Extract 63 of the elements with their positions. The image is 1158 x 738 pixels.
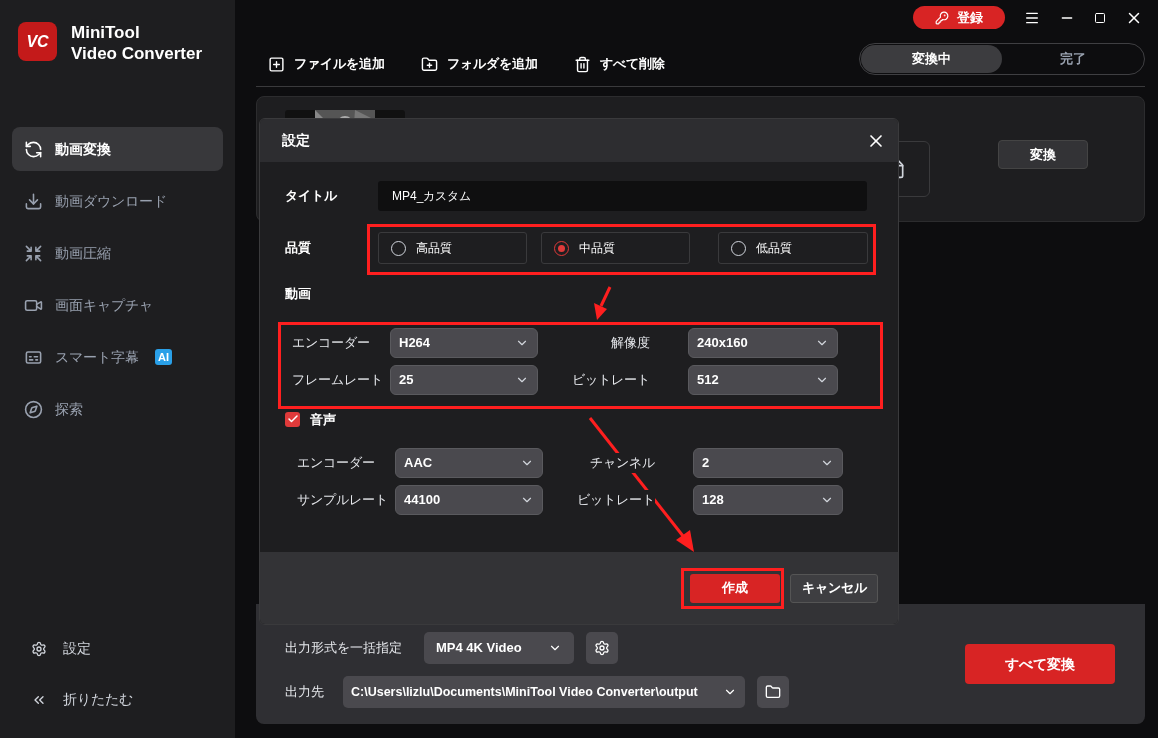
register-button[interactable]: 登録 <box>913 6 1005 29</box>
quality-option[interactable]: 高品質 <box>378 232 527 264</box>
field-label: エンコーダー <box>292 333 371 352</box>
tab[interactable]: 完了 <box>1002 45 1143 73</box>
sidebar-footer-item[interactable]: 折りたたむ <box>31 689 223 710</box>
folder-plus-icon <box>421 55 438 73</box>
dropdown[interactable]: H264 <box>390 327 538 358</box>
field-label: サンプルレート <box>297 491 389 510</box>
field-label: フレームレート <box>292 370 384 389</box>
field-label: チャンネル <box>590 453 655 473</box>
field-label: エンコーダー <box>297 454 376 473</box>
output-format-label: 出力形式を一括指定 <box>285 639 403 658</box>
section-label: 動画 <box>285 285 311 303</box>
dropdown[interactable]: 25 <box>390 364 538 395</box>
toolbar-button[interactable]: ファイルを追加 <box>268 54 385 74</box>
dropdown[interactable]: 128 <box>693 485 843 515</box>
compress-icon <box>24 243 43 263</box>
ai-badge: AI <box>155 348 172 366</box>
key-icon <box>935 10 949 25</box>
app-logo: VC <box>18 22 57 61</box>
nav-item[interactable]: 探索 <box>12 387 223 431</box>
nav-item[interactable]: 動画ダウンロード <box>12 179 223 223</box>
annotation-arrow <box>594 286 612 320</box>
field-label: 品質 <box>285 239 312 258</box>
output-dest-label: 出力先 <box>285 683 325 702</box>
dropdown[interactable]: 44100 <box>395 485 543 515</box>
path-dropdown[interactable]: C:\Users\lizlu\Documents\MiniTool Video Converter\output <box>343 676 745 708</box>
title-field[interactable]: MP4_カスタム <box>378 181 867 211</box>
nav-item[interactable]: 画面キャプチャ <box>12 283 223 327</box>
nav-item[interactable]: スマート字幕 AI <box>12 335 223 379</box>
quality-option[interactable]: 中品質 <box>541 232 690 264</box>
cancel-button[interactable]: キャンセル <box>790 573 878 603</box>
format-dropdown[interactable]: MP4 4K Video <box>424 632 574 664</box>
create-button[interactable]: 作成 <box>690 573 780 603</box>
refresh-icon <box>24 139 43 159</box>
folder-icon <box>765 684 781 700</box>
dropdown[interactable]: 2 <box>693 448 843 478</box>
convert-button[interactable]: 変換 <box>998 140 1088 169</box>
settings-icon <box>31 640 47 657</box>
maximize-icon[interactable] <box>1094 11 1106 24</box>
folder-button[interactable] <box>757 676 789 708</box>
audio-checkbox[interactable] <box>285 411 300 427</box>
tab[interactable]: 変換中 <box>861 45 1002 73</box>
dropdown[interactable]: 240x160 <box>688 327 838 358</box>
toolbar-button[interactable]: フォルダを追加 <box>421 54 538 74</box>
download-icon <box>24 191 43 211</box>
toolbar-button[interactable]: すべて削除 <box>574 54 665 74</box>
dropdown[interactable]: AAC <box>395 448 543 478</box>
compass-icon <box>24 399 43 419</box>
dialog-title: 設定 <box>282 131 310 150</box>
plus-square-icon <box>268 55 285 73</box>
nav-item[interactable]: 動画圧縮 <box>12 231 223 275</box>
app-name: MiniTool Video Converter <box>71 22 202 64</box>
nav-item[interactable]: 動画変換 <box>12 127 223 171</box>
quality-option[interactable]: 低品質 <box>718 232 868 264</box>
field-label: タイトル <box>285 187 338 206</box>
trash-icon <box>574 55 591 73</box>
convert-all-button[interactable]: すべて変換 <box>965 644 1115 684</box>
settings-icon <box>594 640 610 656</box>
dropdown[interactable]: 512 <box>688 364 838 395</box>
gear-button[interactable] <box>586 632 618 664</box>
section-label: 音声 <box>310 410 336 429</box>
sidebar-footer-item[interactable]: 設定 <box>31 638 223 659</box>
